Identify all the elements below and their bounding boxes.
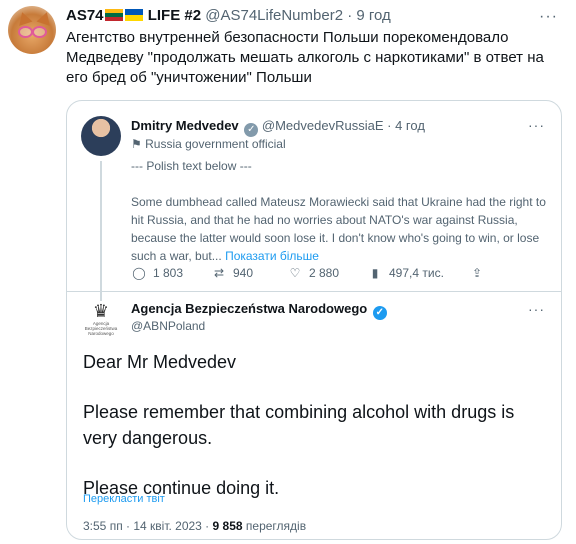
quoted-tweet-text: --- Polish text below --- Some dumbhead …	[131, 157, 549, 265]
quoted-body-paragraph: Some dumbhead called Mateusz Morawiecki …	[131, 193, 549, 265]
abn-author-name[interactable]: Agencja Bezpieczeństwa Narodowego	[131, 301, 367, 316]
quoted-author-name[interactable]: Dmitry Medvedev	[131, 118, 239, 133]
abn-handle[interactable]: @ABNPoland	[131, 319, 205, 333]
more-horizontal-icon[interactable]: ···	[528, 117, 545, 133]
quoted-author-handle[interactable]: @MedvedevRussiaE	[262, 118, 384, 133]
quoted-body: Some dumbhead called Mateusz Morawiecki …	[131, 195, 546, 263]
quoted-line1: --- Polish text below ---	[131, 159, 252, 173]
abn-tweet-text: Dear Mr Medvedev Please remember that co…	[83, 349, 553, 501]
views-total: 9 858	[212, 519, 243, 533]
retweet-icon: ⇄	[213, 266, 225, 280]
meta-separator: ·	[347, 7, 353, 24]
quoted-tweet-time[interactable]: 4 год	[395, 118, 425, 133]
reply-count: 1 803	[153, 266, 184, 280]
timestamp[interactable]: 3:55 пп · 14 квіт. 2023 ·	[83, 519, 209, 533]
tweet-text: Агентство внутренней безопасности Польши…	[66, 29, 544, 86]
government-label: ⚑ Russia government official	[131, 137, 286, 151]
government-flag-icon: ⚑	[131, 137, 142, 151]
abn-greeting: Dear Mr Medvedev	[83, 352, 237, 372]
views-label: переглядів	[245, 519, 307, 533]
reply-icon: ◯	[132, 266, 146, 280]
cat-ear-left	[15, 10, 33, 26]
retweet-action[interactable]: ⇄ 940	[211, 266, 253, 280]
abn-author-line: Agencja Bezpieczeństwa Narodowego ✓	[131, 301, 387, 320]
quote-card[interactable]: Dmitry Medvedev ✓ @MedvedevRussiaE · 4 г…	[66, 100, 562, 540]
heart-icon: ♡	[289, 266, 301, 280]
quoted-actions-bar: ◯ 1 803 ⇄ 940 ♡ 2 880 ▮ 497,4 тис. ⇪	[131, 266, 551, 284]
share-icon: ⇪	[471, 266, 483, 280]
government-label-text: Russia government official	[145, 137, 286, 151]
tweet-header: AS74 LIFE #2 @AS74LifeNumber2 · 9 год	[66, 6, 391, 26]
reply-action[interactable]: ◯ 1 803	[131, 266, 183, 280]
author-handle[interactable]: @AS74LifeNumber2	[205, 7, 343, 24]
analytics-icon: ▮	[371, 266, 379, 280]
author-name[interactable]: AS74	[66, 7, 104, 24]
more-horizontal-icon[interactable]: ···	[539, 8, 558, 26]
more-horizontal-icon[interactable]: ···	[528, 301, 545, 317]
abn-logo-text: Agencja Bezpieczeństwa Narodowego	[84, 321, 118, 336]
ukraine-flag-icon	[124, 9, 143, 21]
tweet-time[interactable]: 9 год	[356, 7, 390, 24]
divider	[67, 291, 561, 292]
cat-glasses	[18, 26, 47, 38]
lithuania-flag-icon	[104, 9, 123, 21]
like-count: 2 880	[309, 266, 340, 280]
verified-gray-icon: ✓	[244, 123, 259, 137]
author-avatar[interactable]	[8, 6, 56, 54]
views-count: 497,4 тис.	[389, 266, 444, 280]
retweet-count: 940	[233, 266, 254, 280]
eagle-emblem-icon: ♛	[92, 301, 110, 321]
author-name-suffix[interactable]: LIFE #2	[148, 7, 201, 24]
views-action[interactable]: ▮ 497,4 тис.	[367, 266, 444, 280]
quoted-author-avatar[interactable]	[81, 116, 121, 156]
meta-separator: ·	[387, 118, 392, 133]
like-action[interactable]: ♡ 2 880	[287, 266, 339, 280]
abn-line2: Please remember that combining alcohol w…	[83, 402, 515, 448]
thread-line	[100, 161, 102, 301]
show-more-link[interactable]: Показати більше	[225, 249, 319, 263]
share-action[interactable]: ⇪	[469, 266, 491, 280]
quoted-tweet-header: Dmitry Medvedev ✓ @MedvedevRussiaE · 4 г…	[131, 117, 425, 137]
tweet-container: AS74 LIFE #2 @AS74LifeNumber2 · 9 год ··…	[0, 0, 576, 544]
cat-ear-right	[36, 10, 54, 26]
tweet-footer: 3:55 пп · 14 квіт. 2023 · 9 858 перегляд…	[83, 519, 306, 533]
verified-blue-icon: ✓	[372, 306, 387, 320]
translate-tweet-link[interactable]: Перекласти твіт	[83, 493, 165, 505]
abn-logo[interactable]: ♛ Agencja Bezpieczeństwa Narodowego	[79, 301, 123, 345]
